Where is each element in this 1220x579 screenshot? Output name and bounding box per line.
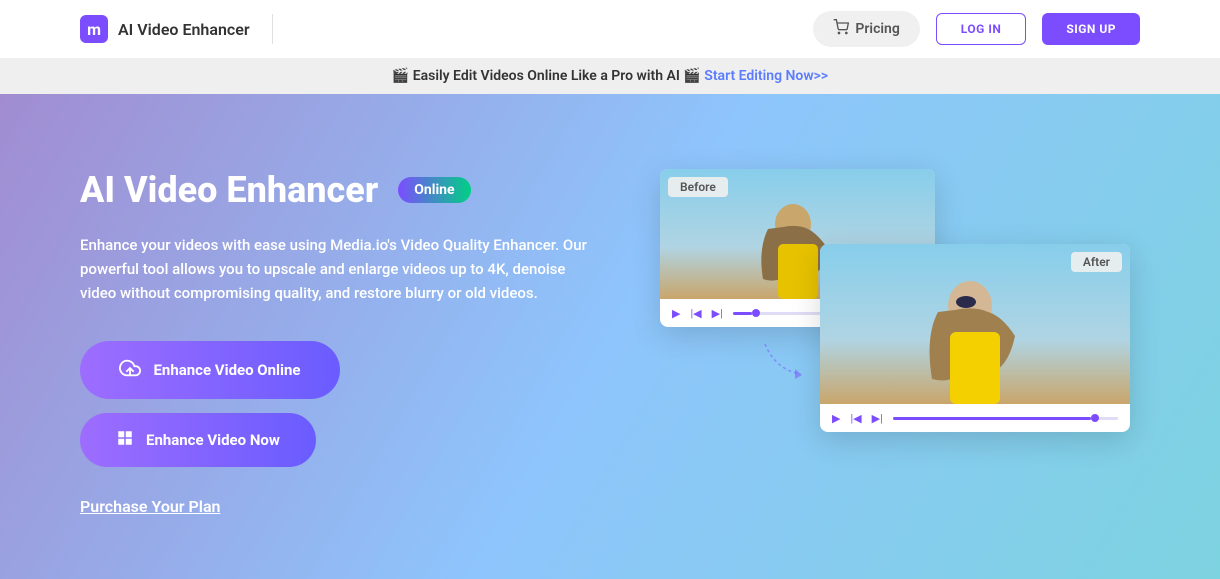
person-illustration-enhanced	[890, 264, 1060, 404]
online-badge: Online	[398, 177, 470, 203]
enhance-now-button[interactable]: Enhance Video Now	[80, 413, 316, 467]
logo-icon: m	[80, 15, 108, 43]
announcement-link[interactable]: Start Editing Now>>	[704, 68, 828, 84]
enhance-online-label: Enhance Video Online	[153, 361, 300, 379]
film-icon: 🎬	[392, 68, 409, 84]
play-icon[interactable]: ▶	[832, 412, 840, 425]
play-icon[interactable]: ▶	[672, 307, 680, 320]
cart-icon	[833, 19, 849, 39]
prev-icon[interactable]: |◀	[690, 307, 701, 320]
hero-section: AI Video Enhancer Online Enhance your vi…	[0, 94, 1220, 579]
preview-after-card: After ▶ |◀ ▶|	[820, 244, 1130, 432]
hero-right: Before ▶ |◀ ▶| After	[660, 169, 1140, 469]
before-label: Before	[668, 177, 728, 197]
logo-section: m AI Video Enhancer	[80, 14, 273, 44]
logo-divider	[272, 14, 273, 44]
hero-title-row: AI Video Enhancer Online	[80, 169, 590, 211]
next-icon[interactable]: ▶|	[872, 412, 883, 425]
announcement-bar: 🎬 Easily Edit Videos Online Like a Pro w…	[0, 58, 1220, 94]
header: m AI Video Enhancer Pricing LOG IN SIGN …	[0, 0, 1220, 58]
progress-track[interactable]	[893, 417, 1118, 420]
pricing-button[interactable]: Pricing	[813, 11, 919, 47]
preview-after-controls: ▶ |◀ ▶|	[820, 404, 1130, 432]
next-icon[interactable]: ▶|	[712, 307, 723, 320]
hero-title: AI Video Enhancer	[80, 169, 378, 211]
hero-description: Enhance your videos with ease using Medi…	[80, 233, 590, 305]
after-label: After	[1071, 252, 1122, 272]
cloud-upload-icon	[119, 357, 141, 383]
preview-after-image: After	[820, 244, 1130, 404]
enhance-now-label: Enhance Video Now	[146, 431, 280, 449]
windows-icon	[116, 429, 134, 451]
hero-left: AI Video Enhancer Online Enhance your vi…	[80, 169, 590, 516]
curved-arrow-icon	[760, 339, 820, 395]
purchase-plan-link[interactable]: Purchase Your Plan	[80, 497, 220, 516]
announcement-text: Easily Edit Videos Online Like a Pro wit…	[413, 68, 680, 84]
enhance-online-button[interactable]: Enhance Video Online	[80, 341, 340, 399]
cta-buttons: Enhance Video Online Enhance Video Now	[80, 341, 590, 467]
clapper-icon: 🎬	[683, 68, 700, 84]
prev-icon[interactable]: |◀	[850, 412, 861, 425]
header-right: Pricing LOG IN SIGN UP	[813, 11, 1140, 47]
login-button[interactable]: LOG IN	[936, 13, 1027, 45]
logo-text: AI Video Enhancer	[118, 20, 250, 39]
pricing-label: Pricing	[855, 21, 899, 37]
signup-button[interactable]: SIGN UP	[1042, 13, 1140, 45]
